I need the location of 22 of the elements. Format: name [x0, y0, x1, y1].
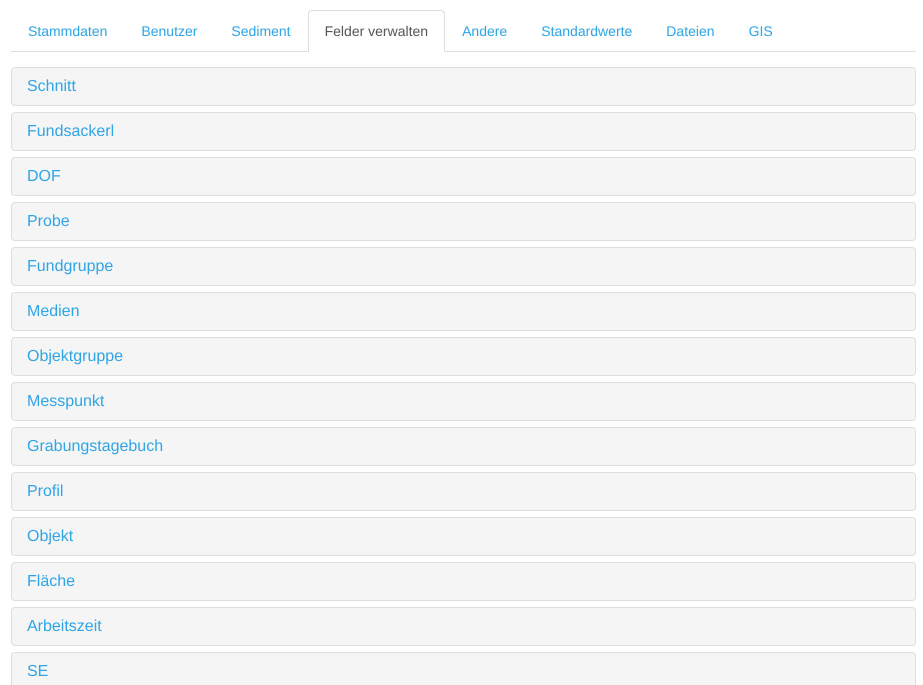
section-header[interactable]: Arbeitszeit [11, 607, 916, 646]
tab[interactable]: Dateien [649, 10, 732, 52]
tab[interactable]: Benutzer [124, 10, 214, 52]
tab[interactable]: Felder verwalten [308, 10, 446, 52]
section-header[interactable]: Medien [11, 292, 916, 331]
section-header[interactable]: Grabungstagebuch [11, 427, 916, 466]
tab[interactable]: Andere [445, 10, 524, 52]
section-header[interactable]: SE [11, 652, 916, 685]
section-header[interactable]: Objekt [11, 517, 916, 556]
section-header[interactable]: Probe [11, 202, 916, 241]
section-header[interactable]: Fundgruppe [11, 247, 916, 286]
section-header[interactable]: Fläche [11, 562, 916, 601]
section-header[interactable]: Profil [11, 472, 916, 511]
tab[interactable]: Sediment [214, 10, 308, 52]
section-header[interactable]: DOF [11, 157, 916, 196]
section-header[interactable]: Objektgruppe [11, 337, 916, 376]
section-header[interactable]: Messpunkt [11, 382, 916, 421]
section-header[interactable]: Fundsackerl [11, 112, 916, 151]
tab[interactable]: Stammdaten [11, 10, 124, 52]
tab[interactable]: GIS [732, 10, 790, 52]
section-header[interactable]: Schnitt [11, 67, 916, 106]
tab[interactable]: Standardwerte [524, 10, 650, 52]
